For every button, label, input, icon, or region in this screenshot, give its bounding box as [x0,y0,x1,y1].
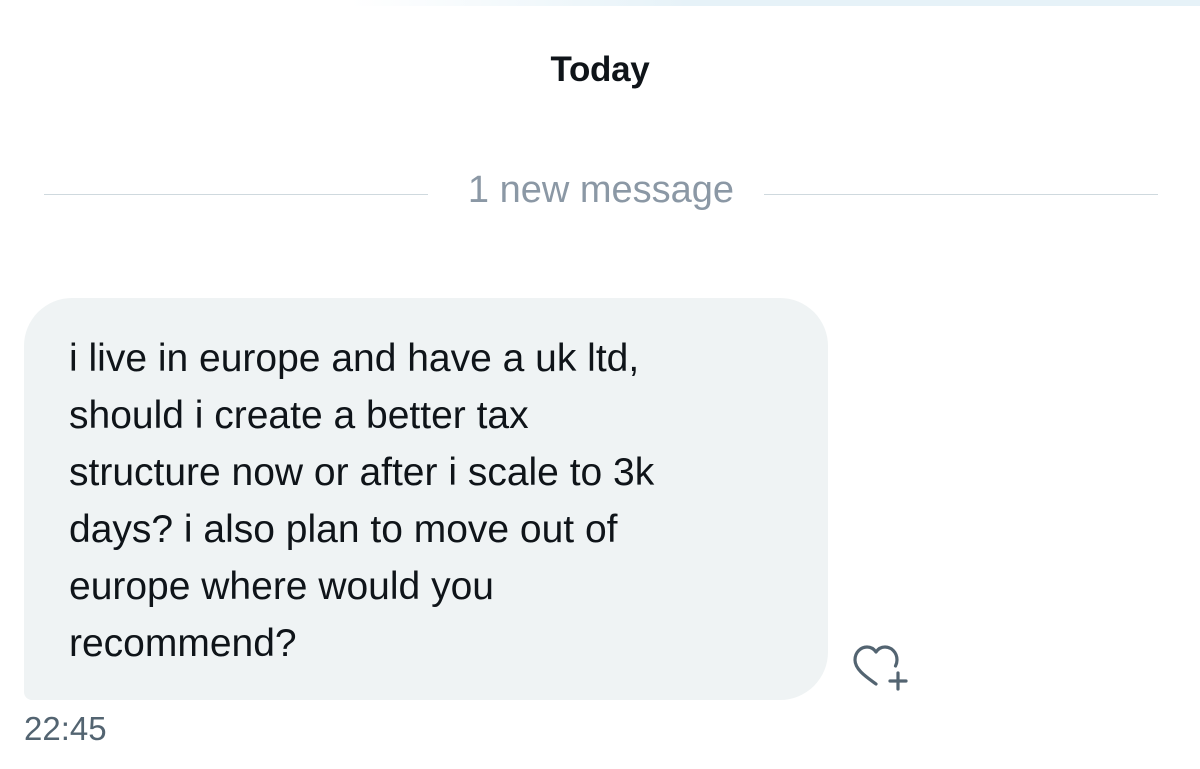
message-bubble[interactable]: i live in europe and have a uk ltd, shou… [24,298,828,700]
divider-line-right [764,194,1158,195]
heart-plus-icon [853,645,908,691]
message-text: i live in europe and have a uk ltd, shou… [69,337,655,665]
add-reaction-button[interactable] [846,640,916,700]
new-message-divider: 1 new message [44,166,1158,216]
new-message-label: 1 new message [467,169,735,211]
date-header: Today [550,50,650,89]
message-timestamp: 22:45 [24,710,107,747]
top-edge-strip [350,0,1200,6]
